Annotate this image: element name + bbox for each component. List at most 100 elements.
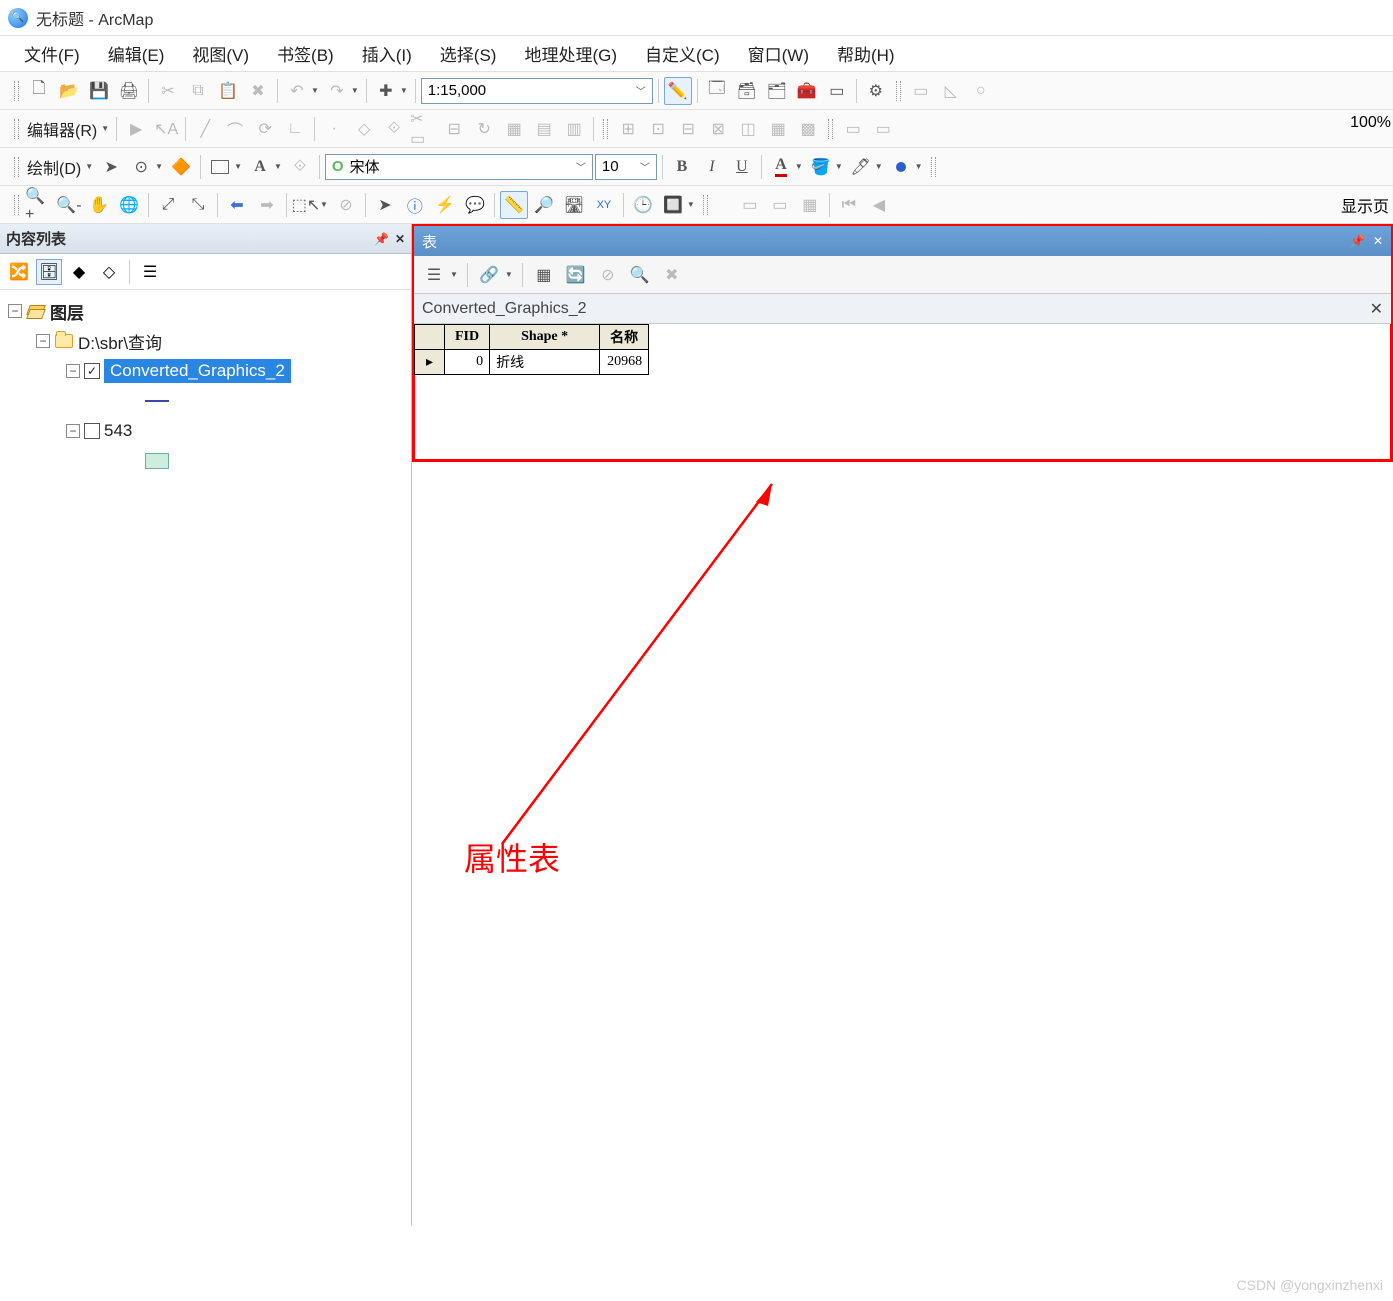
select-arrow-icon[interactable]: ➤: [371, 191, 399, 219]
text-icon[interactable]: A: [246, 153, 274, 181]
forward-extent-icon[interactable]: ➡: [253, 191, 281, 219]
row-selector-header[interactable]: [415, 325, 445, 350]
draw-menu[interactable]: 绘制(D): [25, 155, 85, 179]
editor-menu[interactable]: 编辑器(R): [25, 117, 101, 141]
toolbar-grip[interactable]: [896, 81, 901, 101]
fixed-zoom-in-icon[interactable]: ⤢: [154, 191, 182, 219]
create-features-icon[interactable]: ▥: [560, 115, 588, 143]
straight-seg-icon[interactable]: ╱: [191, 115, 219, 143]
split-icon[interactable]: ⊟: [440, 115, 468, 143]
dropdown-icon[interactable]: ▼: [320, 200, 330, 209]
add-data-icon[interactable]: ✚: [372, 77, 400, 105]
menu-geoprocessing[interactable]: 地理处理(G): [514, 37, 627, 70]
list-by-drawing-icon[interactable]: 🔀: [6, 259, 32, 285]
dropdown-icon[interactable]: ▼: [835, 162, 845, 171]
menu-insert[interactable]: 插入(I): [352, 37, 422, 70]
toc-icon[interactable]: 🗔: [703, 77, 731, 105]
line-color-icon[interactable]: 🖊: [847, 153, 875, 181]
fill-color-icon[interactable]: 🪣: [807, 153, 835, 181]
fontsize-combo[interactable]: 10 ﹀: [595, 154, 657, 180]
find-route-icon[interactable]: 🛣: [560, 191, 588, 219]
clear-selection-icon[interactable]: ⊘: [594, 261, 622, 289]
print-icon[interactable]: 🖨: [115, 77, 143, 105]
edit-anno-icon[interactable]: ↖A: [152, 115, 180, 143]
python-icon[interactable]: ▭: [823, 77, 851, 105]
prev-page-icon[interactable]: ◀: [865, 191, 893, 219]
full-extent-icon[interactable]: 🌐: [115, 191, 143, 219]
layout-rect-icon[interactable]: ▭: [907, 77, 935, 105]
dropdown-icon[interactable]: ▼: [505, 270, 515, 279]
switch-selection-icon[interactable]: 🔄: [562, 261, 590, 289]
row-selector[interactable]: ▸: [415, 350, 445, 375]
tree-layer-2[interactable]: − 543: [4, 416, 407, 446]
find-icon[interactable]: 🔎: [530, 191, 558, 219]
catalog-icon[interactable]: 🗃: [733, 77, 761, 105]
georef-7-icon[interactable]: ▩: [794, 115, 822, 143]
georef-6-icon[interactable]: ▦: [764, 115, 792, 143]
geodb-1-icon[interactable]: ▭: [839, 115, 867, 143]
dropdown-icon[interactable]: ▼: [85, 162, 95, 171]
rotate-icon[interactable]: ⊙: [127, 153, 155, 181]
dropdown-icon[interactable]: ▼: [915, 162, 925, 171]
georef-2-icon[interactable]: ⊡: [644, 115, 672, 143]
close-icon[interactable]: ✕: [1370, 299, 1383, 319]
georef-1-icon[interactable]: ⊞: [614, 115, 642, 143]
toolbar-grip[interactable]: [14, 157, 19, 177]
layout-1-icon[interactable]: ▭: [736, 191, 764, 219]
toolbar-grip[interactable]: [828, 119, 833, 139]
collapse-icon[interactable]: −: [66, 424, 80, 438]
select-by-attr-icon[interactable]: ▦: [530, 261, 558, 289]
redo-icon[interactable]: ↷: [323, 77, 351, 105]
editor-toolbar-icon[interactable]: ✏️: [664, 77, 692, 105]
layout-3-icon[interactable]: ▦: [796, 191, 824, 219]
dropdown-icon[interactable]: ▼: [351, 86, 361, 95]
point-icon[interactable]: ·: [320, 115, 348, 143]
dropdown-icon[interactable]: ▼: [400, 86, 410, 95]
zoom-in-icon[interactable]: 🔍+: [25, 191, 53, 219]
layer-checkbox[interactable]: [84, 423, 100, 439]
trace-icon[interactable]: ⟳: [251, 115, 279, 143]
dropdown-icon[interactable]: ▼: [875, 162, 885, 171]
font-combo[interactable]: O宋体 ﹀: [325, 154, 593, 180]
list-by-visibility-icon[interactable]: ◆: [66, 259, 92, 285]
open-icon[interactable]: 📂: [55, 77, 83, 105]
toolbar-grip[interactable]: [14, 195, 19, 215]
cell-fid[interactable]: 0: [445, 350, 490, 375]
measure-icon[interactable]: 📏: [500, 191, 528, 219]
fixed-zoom-out-icon[interactable]: ⤡: [184, 191, 212, 219]
layout-poly-icon[interactable]: ◺: [937, 77, 965, 105]
col-fid[interactable]: FID: [445, 325, 490, 350]
dropdown-icon[interactable]: ▼: [311, 86, 321, 95]
layout-circle-icon[interactable]: ○: [967, 77, 995, 105]
cut-poly-icon[interactable]: ✂▭: [410, 115, 438, 143]
zoom-selected-icon[interactable]: 🔍: [626, 261, 654, 289]
list-by-source-icon[interactable]: 🗄: [36, 259, 62, 285]
menu-select[interactable]: 选择(S): [430, 37, 507, 70]
italic-button[interactable]: I: [698, 153, 726, 181]
pan-icon[interactable]: ✋: [85, 191, 113, 219]
font-color-icon[interactable]: A: [767, 153, 795, 181]
goto-xy-icon[interactable]: XY: [590, 191, 618, 219]
reshape-icon[interactable]: ⟐: [380, 115, 408, 143]
menu-help[interactable]: 帮助(H): [827, 37, 905, 70]
search-window-icon[interactable]: 🗂: [763, 77, 791, 105]
dropdown-icon[interactable]: ▼: [274, 162, 284, 171]
edit-tool-icon[interactable]: ▶: [122, 115, 150, 143]
delete-selected-icon[interactable]: ✖: [658, 261, 686, 289]
dropdown-icon[interactable]: ▼: [101, 124, 111, 133]
show-page-label[interactable]: 显示页: [1341, 193, 1389, 217]
collapse-icon[interactable]: −: [66, 364, 80, 378]
first-page-icon[interactable]: ⏮: [835, 191, 863, 219]
table-options-icon[interactable]: ☰: [420, 261, 448, 289]
map-area[interactable]: 表 📌 ✕ ☰▼ 🔗▼ ▦ 🔄 ⊘ 🔍 ✖ Converted_Graphics…: [412, 224, 1393, 1225]
col-shape[interactable]: Shape *: [490, 325, 600, 350]
sketch-props-icon[interactable]: ▤: [530, 115, 558, 143]
menu-file[interactable]: 文件(F): [14, 37, 90, 70]
attributes-icon[interactable]: ▦: [500, 115, 528, 143]
table-row[interactable]: ▸ 0 折线 20968: [415, 350, 649, 375]
scale-combo[interactable]: 1:15,000 ﹀: [421, 78, 653, 104]
dropdown-icon[interactable]: ▼: [687, 200, 697, 209]
dropdown-icon[interactable]: ▼: [234, 162, 244, 171]
collapse-icon[interactable]: −: [36, 334, 50, 348]
menu-window[interactable]: 窗口(W): [738, 37, 819, 70]
